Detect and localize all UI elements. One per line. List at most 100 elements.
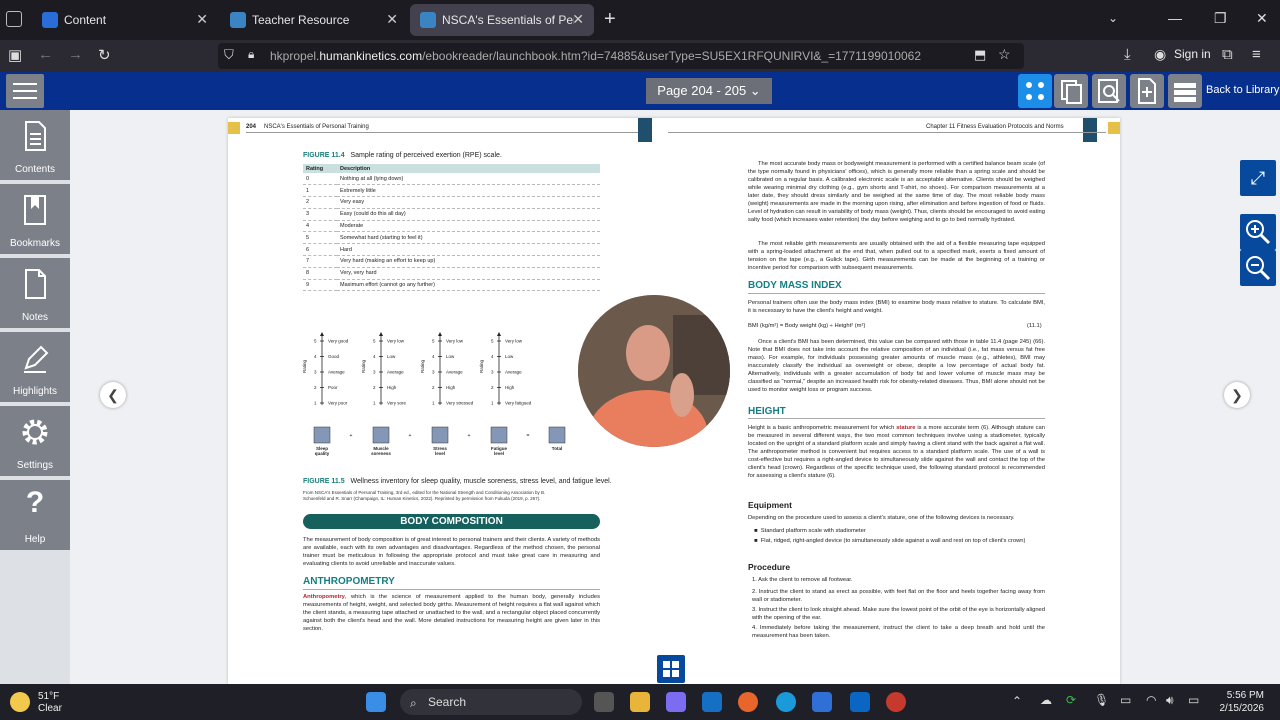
zoom-in-icon[interactable] [1240, 214, 1276, 250]
tab-teacher-resource[interactable]: Teacher Resource ✕ [220, 4, 408, 36]
scale-label: High [505, 385, 515, 390]
downloads-icon[interactable]: ⤓ [1124, 46, 1131, 63]
microphone-icon[interactable]: 🎙︎ [1094, 693, 1109, 707]
dots-grid-icon[interactable] [1018, 74, 1052, 108]
account-icon[interactable]: ◉ [1154, 46, 1166, 63]
system-clock[interactable]: 5:56 PM 2/15/2026 [1210, 689, 1265, 715]
list-all-tabs-icon[interactable]: ⌄ [1108, 11, 1118, 25]
webcam-video-overlay[interactable] [578, 295, 730, 447]
sidebar-item-label: Help [24, 534, 46, 545]
scale-label: Very sore [387, 401, 407, 406]
library-icon[interactable] [1168, 74, 1202, 108]
new-tab-icon[interactable]: + [604, 8, 616, 31]
heading-rule [303, 589, 600, 590]
tick-label: 5 [373, 339, 376, 344]
extensions-icon[interactable]: ⧉ [1222, 46, 1233, 63]
chevron-up-icon[interactable]: ⌃ [1012, 694, 1022, 708]
sidebar-item-help[interactable]: ? Help [0, 480, 70, 552]
presentation-app-icon[interactable] [886, 692, 906, 712]
address-bar[interactable]: ⛉ 🔒︎ hkpropel.humankinetics.com/ebookrea… [218, 43, 1024, 69]
edge-icon[interactable] [776, 692, 796, 712]
install-app-icon[interactable]: ⬒ [974, 47, 986, 63]
screen-recorder-icon[interactable] [812, 692, 832, 712]
table-cell: Nothing at all (lying down) [337, 173, 600, 186]
taskbar-search[interactable]: Search [400, 689, 582, 715]
menu-icon[interactable]: ≡ [1252, 46, 1261, 63]
bookmark-ribbon-icon[interactable] [638, 118, 652, 142]
outlook-icon[interactable] [702, 692, 722, 712]
sidebar-toggle-icon[interactable]: ▣ [8, 46, 22, 64]
page-tab-marker [228, 122, 240, 134]
tick-label: 5 [314, 339, 317, 344]
minimize-icon[interactable]: — [1168, 10, 1182, 26]
next-page-button[interactable]: ❯ [1224, 382, 1250, 408]
sidebar-item-contents[interactable]: Contents [0, 110, 70, 182]
scale-label: Poor [328, 385, 338, 390]
window-menu-icon[interactable] [6, 11, 22, 27]
sidebar-item-notes[interactable]: Notes [0, 258, 70, 330]
back-to-library-link[interactable]: Back to Library [1206, 84, 1279, 96]
lock-icon[interactable]: 🔒︎ [248, 47, 254, 62]
bookmark-star-icon[interactable]: ☆ [998, 46, 1011, 63]
restore-icon[interactable]: ❐ [1214, 10, 1227, 27]
table-row: 0 Nothing at all (lying down) [303, 173, 600, 186]
linkedin-icon[interactable] [850, 692, 870, 712]
grid-view-icon[interactable] [657, 655, 685, 683]
header-rule [668, 132, 1106, 133]
bmi-heading: BODY MASS INDEX [748, 280, 842, 291]
figure-11-4-caption: FIGURE 11.4 Sample rating of perceived e… [303, 152, 502, 159]
tick-label: 1 [373, 401, 376, 406]
equipment-heading: Equipment [748, 500, 792, 510]
fullscreen-icon[interactable]: ⤢ [1240, 160, 1276, 196]
battery-icon[interactable]: ▭ [1188, 693, 1199, 707]
sidebar-item-settings[interactable]: Settings [0, 406, 70, 478]
reload-icon[interactable]: ↻ [98, 46, 111, 64]
tab-content[interactable]: Content ✕ [32, 4, 218, 36]
weather-widget[interactable]: 51°F Clear [38, 691, 62, 715]
scale-label: Very poor [328, 401, 348, 406]
table-row: 7 Very hard (making an effort to keep up) [303, 255, 600, 268]
page-selector[interactable]: Page 204 - 205 ⌄ [646, 78, 772, 104]
list-item: 4. Immediately before taking the measure… [752, 625, 1045, 639]
copy-pages-icon[interactable] [1054, 74, 1088, 108]
add-page-icon[interactable] [1130, 74, 1164, 108]
search-page-icon[interactable] [1092, 74, 1126, 108]
cloud-icon[interactable]: ☁ [1040, 693, 1052, 707]
task-view-icon[interactable] [594, 692, 614, 712]
list-item: 3. Instruct the client to look straight … [752, 607, 1045, 621]
back-arrow-icon[interactable]: ← [38, 46, 53, 63]
table-row: 2 Very easy [303, 196, 600, 209]
forward-arrow-icon[interactable]: → [68, 46, 83, 63]
wifi-icon[interactable]: ◠ [1146, 693, 1156, 707]
file-explorer-icon[interactable] [630, 692, 650, 712]
bookmark-ribbon-icon[interactable] [1083, 118, 1097, 142]
tick-label: 4 [432, 354, 435, 359]
display-icon[interactable]: ▭ [1120, 693, 1131, 707]
close-icon[interactable]: ✕ [386, 11, 398, 28]
scale-label: Very good [328, 339, 349, 344]
sync-icon[interactable]: ⟳ [1066, 693, 1076, 707]
hamburger-menu-icon[interactable] [6, 74, 44, 108]
tick-label: 2 [432, 385, 435, 390]
list-item: ■ Standard platform scale with stadiomet… [754, 528, 866, 534]
sign-in-button[interactable]: Sign in [1174, 47, 1211, 61]
zoom-out-icon[interactable] [1240, 250, 1276, 286]
shield-icon[interactable]: ⛉ [224, 47, 234, 63]
sidebar-item-highlights[interactable]: Highlights [0, 332, 70, 404]
previous-page-button[interactable]: ❮ [100, 382, 126, 408]
heading-rule [748, 293, 1045, 294]
volume-icon[interactable]: 🔊︎ [1166, 693, 1174, 708]
table-cell: Very easy [337, 196, 600, 209]
bmi-note-paragraph: Once a client's BMI has been determined,… [748, 339, 1045, 393]
table-header-row: Rating Description [303, 164, 600, 173]
sidebar-item-bookmarks[interactable]: Bookmarks [0, 184, 70, 256]
browser-navigation-bar: ▣ ← → ↻ ⛉ 🔒︎ hkpropel.humankinetics.com/… [0, 40, 1280, 72]
tab-nsca-essentials[interactable]: NSCA's Essentials of Personal Tr ✕ [410, 4, 594, 36]
copilot-icon[interactable] [666, 692, 686, 712]
firefox-icon[interactable] [738, 692, 758, 712]
close-icon[interactable]: ✕ [572, 11, 584, 28]
moon-weather-icon[interactable] [10, 692, 30, 712]
windows-start-icon[interactable] [366, 692, 386, 712]
window-close-icon[interactable]: ✕ [1256, 10, 1268, 27]
close-icon[interactable]: ✕ [196, 11, 208, 28]
